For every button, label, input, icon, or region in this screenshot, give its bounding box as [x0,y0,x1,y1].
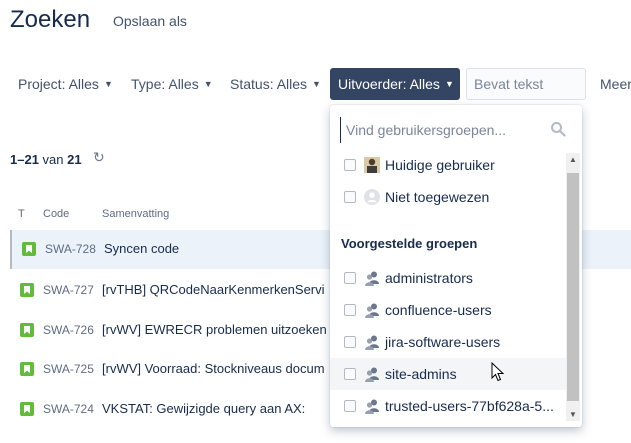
result-count: 1–21 van 21 [10,152,82,167]
project-filter-label: Project: Alles [18,76,99,92]
checkbox[interactable] [344,272,356,284]
chevron-down-icon: ▼ [203,79,213,89]
issue-summary: [rvWV] EWRECR problemen uitzoeken [102,322,327,337]
story-icon [20,402,34,416]
result-total: 21 [67,152,82,167]
option-label: jira-software-users [385,334,501,350]
scroll-down-icon[interactable]: ▼ [569,410,577,419]
assignee-dropdown: Huidige gebruiker Niet toegewezen Voorge… [330,105,582,427]
group-icon [365,303,379,318]
option-group[interactable]: jira-software-users [330,326,566,358]
refresh-icon[interactable]: ↻ [93,149,105,166]
issue-key: SWA-726 [43,323,94,337]
option-label: confluence-users [385,302,492,318]
save-as-link[interactable]: Opslaan als [113,13,187,29]
option-current-user[interactable]: Huidige gebruiker [330,149,566,181]
page-title: Zoeken [10,6,91,33]
result-range: 1–21 [10,152,39,167]
checkbox[interactable] [344,304,356,316]
group-search-input[interactable] [340,117,540,143]
story-icon [22,242,36,256]
option-group[interactable]: administrators [330,262,566,294]
option-unassigned[interactable]: Niet toegewezen [330,181,566,213]
project-filter[interactable]: Project: Alles ▼ [18,76,113,92]
assignee-filter[interactable]: Uitvoerder: Alles ▼ [330,68,460,100]
story-icon [20,283,34,297]
option-label: site-admins [385,366,457,382]
issue-summary: [rvTHB] QRCodeNaarKenmerkenServi [102,282,325,297]
issue-key: SWA-727 [43,283,94,297]
option-label: Huidige gebruiker [385,157,495,173]
issue-key: SWA-728 [45,242,96,256]
group-icon [365,399,379,414]
story-icon [20,323,34,337]
story-icon [20,362,34,376]
more-filters-button[interactable]: Meer [600,76,631,92]
issue-summary: VKSTAT: Gewijzigde query aan AX: [102,401,306,416]
checkbox[interactable] [344,336,356,348]
type-filter[interactable]: Type: Alles ▼ [131,76,213,92]
result-of-label: van [42,152,64,167]
type-filter-label: Type: Alles [131,76,199,92]
issue-summary: Syncen code [104,241,180,256]
column-summary[interactable]: Samenvatting [102,208,169,220]
assignee-filter-label: Uitvoerder: Alles [338,76,440,92]
chevron-down-icon: ▼ [312,79,321,89]
group-icon [365,367,379,382]
unassigned-avatar-icon [364,189,380,205]
checkbox[interactable] [344,400,356,412]
chevron-down-icon: ▼ [444,79,454,89]
group-search [340,117,570,143]
group-icon [365,271,379,286]
search-icon [551,122,566,137]
checkbox[interactable] [344,368,356,380]
issue-key: SWA-725 [43,362,94,376]
group-icon [365,335,379,350]
user-avatar-icon [364,157,380,173]
option-group[interactable]: confluence-users [330,294,566,326]
column-code[interactable]: Code [43,208,69,220]
mouse-cursor-icon [491,362,505,382]
option-label: administrators [385,270,473,286]
option-label: Niet toegewezen [385,189,490,205]
column-type: T [18,208,25,220]
scrollbar-thumb[interactable] [567,173,579,401]
status-filter-label: Status: Alles [230,76,308,92]
text-search-input[interactable] [466,68,586,100]
option-group[interactable]: site-admins [330,358,566,390]
issue-summary: [rvWV] Voorraad: Stockniveaus docum [102,361,325,376]
option-label: trusted-users-77bf628a-5... [385,398,554,414]
dropdown-scrollbar[interactable]: ▲ ▼ [566,153,580,421]
suggested-groups-heading: Voorgestelde groepen [341,236,478,251]
issue-key: SWA-724 [43,402,94,416]
checkbox[interactable] [344,191,356,203]
option-group[interactable]: trusted-users-77bf628a-5... [330,390,566,422]
status-filter[interactable]: Status: Alles ▼ [230,76,321,92]
chevron-down-icon: ▼ [103,79,113,89]
checkbox[interactable] [344,159,356,171]
scroll-up-icon[interactable]: ▲ [569,155,577,164]
